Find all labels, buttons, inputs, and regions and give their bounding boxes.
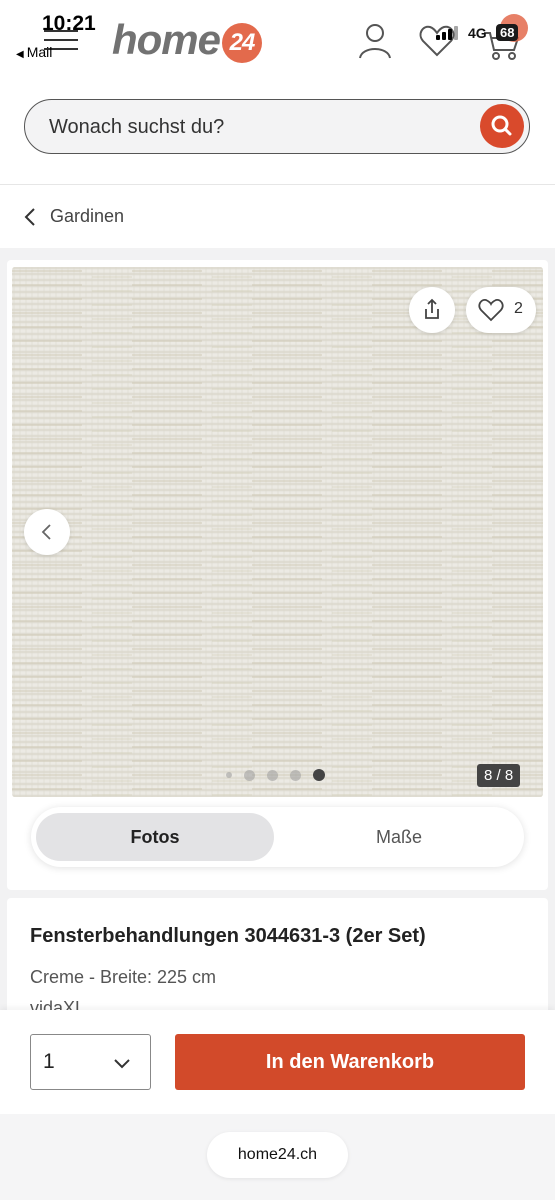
share-icon [425, 298, 439, 319]
add-to-cart-button[interactable]: In den Warenkorb [175, 1034, 525, 1090]
wishlist-count: 2 [514, 300, 523, 317]
browser-bar: home24.ch [0, 1114, 555, 1200]
home24-logo[interactable]: home 24 [112, 16, 263, 64]
product-image[interactable]: 2 8 / 8 [12, 267, 543, 797]
header: 10:21 ◀ Mail home 24 4G 68 Wonach suchst d… [0, 0, 555, 184]
search-button[interactable] [480, 104, 524, 148]
quantity-value: 1 [43, 1050, 55, 1073]
tab-fotos[interactable]: Fotos [36, 813, 274, 861]
account-icon[interactable] [357, 22, 393, 60]
pagination-dot[interactable] [226, 772, 232, 778]
pagination-dot[interactable] [290, 770, 301, 781]
pagination-dot[interactable] [267, 770, 278, 781]
chevron-down-icon [114, 1059, 130, 1069]
share-button[interactable] [409, 287, 455, 333]
fabric-texture [12, 267, 543, 797]
back-triangle-icon: ◀ [16, 49, 24, 60]
status-back-label: Mail [26, 44, 53, 60]
image-counter: 8 / 8 [477, 764, 521, 787]
view-toggle: Fotos Maße [31, 807, 524, 867]
quantity-select[interactable]: 1 [30, 1034, 151, 1090]
network-type: 4G [468, 25, 487, 41]
purchase-bar: 1 In den Warenkorb [0, 1010, 555, 1114]
tab-masse[interactable]: Maße [279, 813, 519, 861]
search-icon [491, 115, 512, 136]
breadcrumb-label: Gardinen [50, 206, 125, 226]
chevron-left-icon [24, 208, 35, 226]
signal-icon [436, 26, 460, 45]
heart-icon [478, 299, 504, 322]
pagination-dot[interactable] [244, 770, 255, 781]
pagination-dot-active[interactable] [313, 769, 325, 781]
search-bar[interactable]: Wonach suchst du? [24, 99, 530, 154]
chevron-left-icon [41, 524, 51, 540]
page: 10:21 ◀ Mail home 24 4G 68 Wonach suchst d… [0, 0, 555, 1200]
logo-text: home [112, 16, 221, 63]
logo-badge: 24 [222, 23, 263, 63]
breadcrumb[interactable]: Gardinen [0, 184, 555, 248]
gallery-card: 2 8 / 8 Fotos Maße [7, 260, 548, 890]
product-variant: Creme - Breite: 225 cm [30, 967, 217, 987]
status-back-link[interactable]: ◀ Mail [16, 44, 52, 60]
wishlist-button[interactable]: 2 [466, 287, 536, 333]
product-title: Fensterbehandlungen 3044631-3 (2er Set) [30, 925, 426, 947]
url-bar[interactable]: home24.ch [207, 1132, 348, 1178]
battery-indicator: 68 [496, 24, 519, 41]
search-input[interactable]: Wonach suchst du? [49, 116, 224, 139]
previous-image-button[interactable] [24, 509, 70, 555]
product-info: Fensterbehandlungen 3044631-3 (2er Set) … [7, 898, 548, 1018]
status-time: 10:21 [42, 12, 96, 35]
